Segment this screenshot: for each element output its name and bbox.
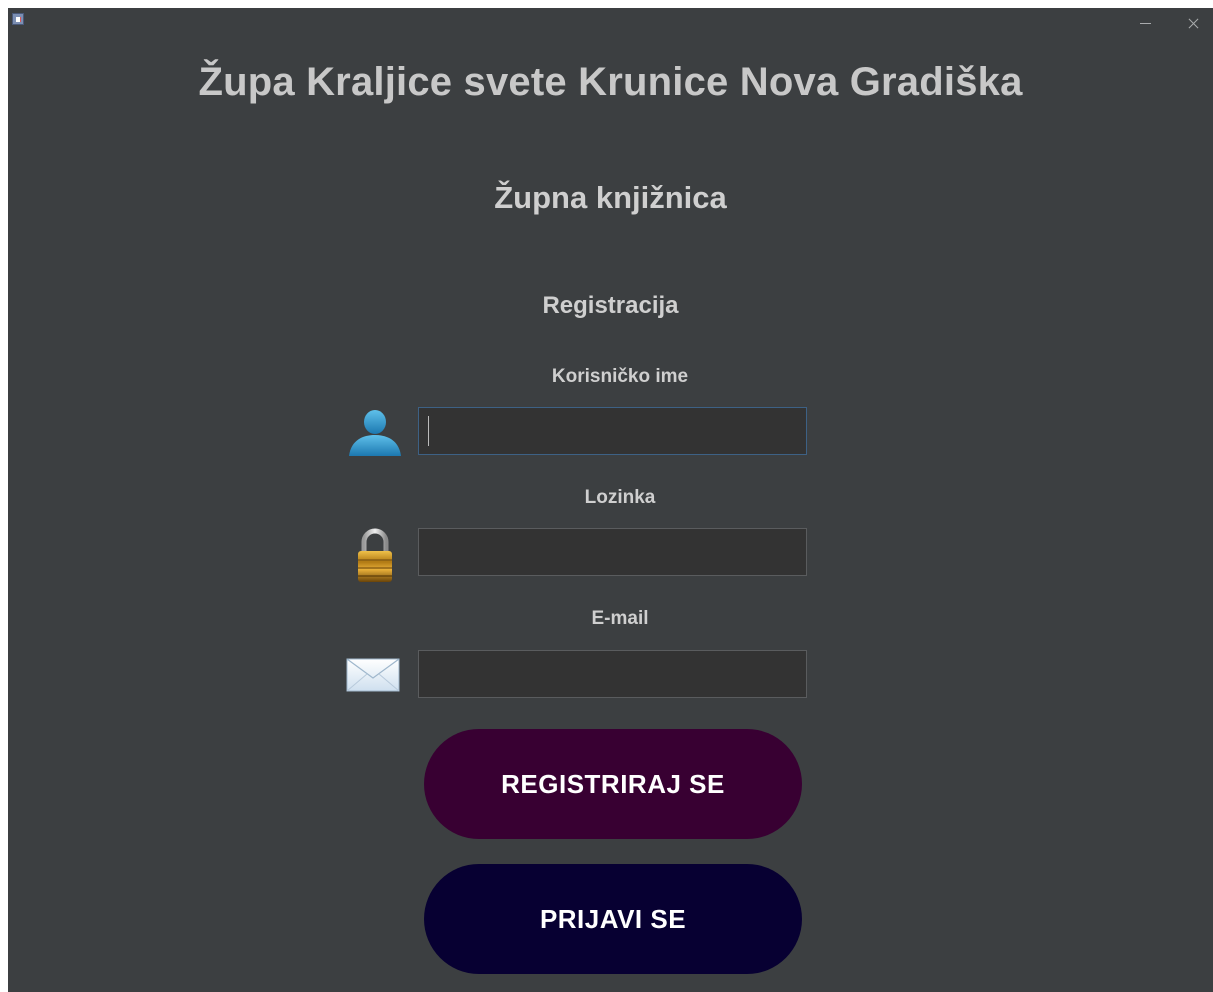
close-icon[interactable]	[1180, 10, 1208, 34]
register-button[interactable]: REGISTRIRAJ SE	[424, 729, 802, 839]
login-button[interactable]: PRIJAVI SE	[424, 864, 802, 974]
form-heading: Registracija	[542, 292, 679, 319]
page-subtitle: Župna knjižnica	[494, 180, 727, 215]
minimize-icon[interactable]	[1132, 10, 1160, 34]
user-icon	[345, 408, 405, 458]
envelope-icon	[345, 656, 401, 694]
app-window: Župa Kraljice svete Krunice Nova Gradišk…	[8, 8, 1213, 992]
username-label: Korisničko ime	[551, 366, 689, 387]
email-input[interactable]	[418, 650, 807, 698]
email-label: E-mail	[591, 608, 649, 629]
password-label: Lozinka	[584, 487, 656, 508]
page-title: Župa Kraljice svete Krunice Nova Gradišk…	[198, 60, 1023, 104]
password-input[interactable]	[418, 528, 807, 576]
username-input[interactable]	[418, 407, 807, 455]
lock-icon	[355, 526, 395, 584]
text-caret	[428, 416, 429, 446]
app-icon	[12, 13, 24, 25]
